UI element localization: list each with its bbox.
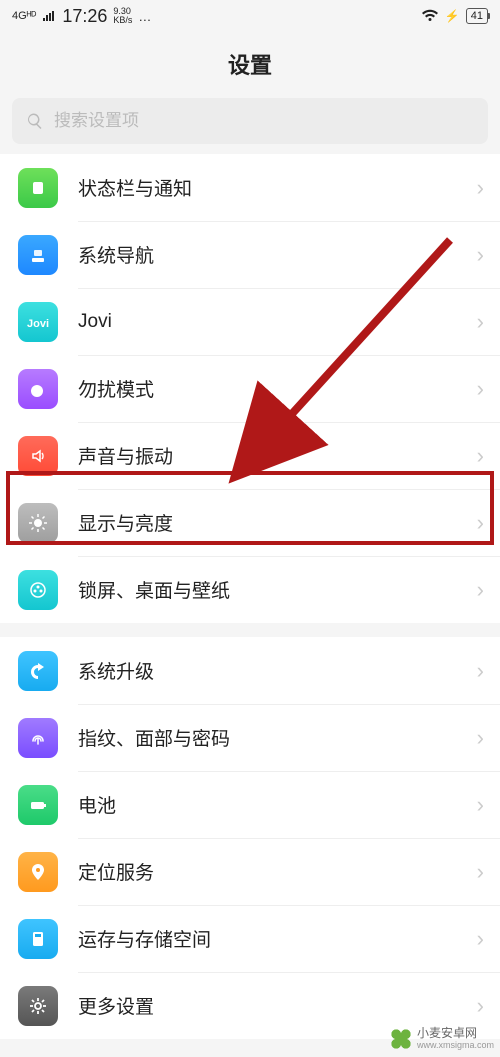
status-right: ⚡ 41 bbox=[421, 8, 488, 24]
row-label: 系统升级 bbox=[78, 657, 477, 684]
settings-list: 状态栏与通知›系统导航›JoviJovi›勿扰模式›声音与振动›显示与亮度›锁屏… bbox=[0, 154, 500, 1039]
chevron-right-icon: › bbox=[477, 792, 484, 818]
settings-row-storage[interactable]: 运存与存储空间› bbox=[0, 905, 500, 972]
chevron-right-icon: › bbox=[477, 309, 484, 335]
clock: 17:26 bbox=[62, 6, 107, 27]
watermark-url: www.xmsigma.com bbox=[417, 1041, 494, 1051]
charging-icon: ⚡ bbox=[445, 9, 460, 23]
watermark-logo-icon bbox=[389, 1027, 413, 1051]
row-label: 运存与存储空间 bbox=[78, 925, 477, 952]
settings-row-update[interactable]: 系统升级› bbox=[0, 637, 500, 704]
brightness-icon bbox=[18, 503, 58, 543]
jovi-icon: Jovi bbox=[18, 302, 58, 342]
chevron-right-icon: › bbox=[477, 376, 484, 402]
settings-row-sound[interactable]: 声音与振动› bbox=[0, 422, 500, 489]
navigation-icon bbox=[18, 235, 58, 275]
dnd-icon bbox=[18, 369, 58, 409]
page-header: 设置 bbox=[0, 32, 500, 98]
chevron-right-icon: › bbox=[477, 658, 484, 684]
row-label: 更多设置 bbox=[78, 992, 477, 1019]
status-bar: 4Gᴴᴰ 17:26 9.30KB/s … ⚡ 41 bbox=[0, 0, 500, 32]
chevron-right-icon: › bbox=[477, 993, 484, 1019]
row-label: 指纹、面部与密码 bbox=[78, 724, 477, 751]
location-icon bbox=[18, 852, 58, 892]
settings-row-notif[interactable]: 状态栏与通知› bbox=[0, 154, 500, 221]
page-title: 设置 bbox=[0, 48, 500, 80]
chevron-right-icon: › bbox=[477, 175, 484, 201]
watermark: 小麦安卓网 www.xmsigma.com bbox=[389, 1027, 494, 1051]
settings-row-biometric[interactable]: 指纹、面部与密码› bbox=[0, 704, 500, 771]
search-input[interactable] bbox=[54, 111, 474, 131]
row-label: 显示与亮度 bbox=[78, 509, 477, 536]
gear-icon bbox=[18, 986, 58, 1026]
network-label: 4Gᴴᴰ bbox=[12, 11, 36, 22]
update-icon bbox=[18, 651, 58, 691]
row-label: 勿扰模式 bbox=[78, 375, 477, 402]
signal-icon bbox=[42, 10, 56, 22]
battery-icon bbox=[18, 785, 58, 825]
search-container bbox=[0, 98, 500, 154]
settings-row-lock[interactable]: 锁屏、桌面与壁纸› bbox=[0, 556, 500, 623]
row-label: 声音与振动 bbox=[78, 442, 477, 469]
row-label: 定位服务 bbox=[78, 858, 477, 885]
status-left: 4Gᴴᴰ 17:26 9.30KB/s … bbox=[12, 6, 153, 27]
row-label: 系统导航 bbox=[78, 241, 477, 268]
speed: 9.30KB/s bbox=[113, 7, 132, 25]
fingerprint-icon bbox=[18, 718, 58, 758]
sound-icon bbox=[18, 436, 58, 476]
chevron-right-icon: › bbox=[477, 443, 484, 469]
chevron-right-icon: › bbox=[477, 242, 484, 268]
settings-row-jovi[interactable]: JoviJovi› bbox=[0, 288, 500, 355]
battery-indicator: 41 bbox=[466, 8, 488, 24]
chevron-right-icon: › bbox=[477, 577, 484, 603]
more-dots-icon: … bbox=[138, 9, 153, 24]
settings-group: 状态栏与通知›系统导航›JoviJovi›勿扰模式›声音与振动›显示与亮度›锁屏… bbox=[0, 154, 500, 623]
settings-row-location[interactable]: 定位服务› bbox=[0, 838, 500, 905]
watermark-name: 小麦安卓网 bbox=[417, 1027, 494, 1040]
settings-row-display[interactable]: 显示与亮度› bbox=[0, 489, 500, 556]
chevron-right-icon: › bbox=[477, 926, 484, 952]
wallpaper-icon bbox=[18, 570, 58, 610]
notification-icon bbox=[18, 168, 58, 208]
row-label: 状态栏与通知 bbox=[78, 174, 477, 201]
search-box[interactable] bbox=[12, 98, 488, 144]
settings-group: 系统升级›指纹、面部与密码›电池›定位服务›运存与存储空间›更多设置› bbox=[0, 637, 500, 1039]
row-label: Jovi bbox=[78, 311, 477, 333]
row-label: 锁屏、桌面与壁纸 bbox=[78, 576, 477, 603]
chevron-right-icon: › bbox=[477, 725, 484, 751]
search-icon bbox=[26, 112, 44, 130]
settings-row-nav[interactable]: 系统导航› bbox=[0, 221, 500, 288]
settings-row-dnd[interactable]: 勿扰模式› bbox=[0, 355, 500, 422]
row-label: 电池 bbox=[78, 791, 477, 818]
svg-text:Jovi: Jovi bbox=[27, 318, 49, 330]
settings-row-battery[interactable]: 电池› bbox=[0, 771, 500, 838]
storage-icon bbox=[18, 919, 58, 959]
wifi-icon bbox=[421, 9, 439, 23]
chevron-right-icon: › bbox=[477, 510, 484, 536]
chevron-right-icon: › bbox=[477, 859, 484, 885]
